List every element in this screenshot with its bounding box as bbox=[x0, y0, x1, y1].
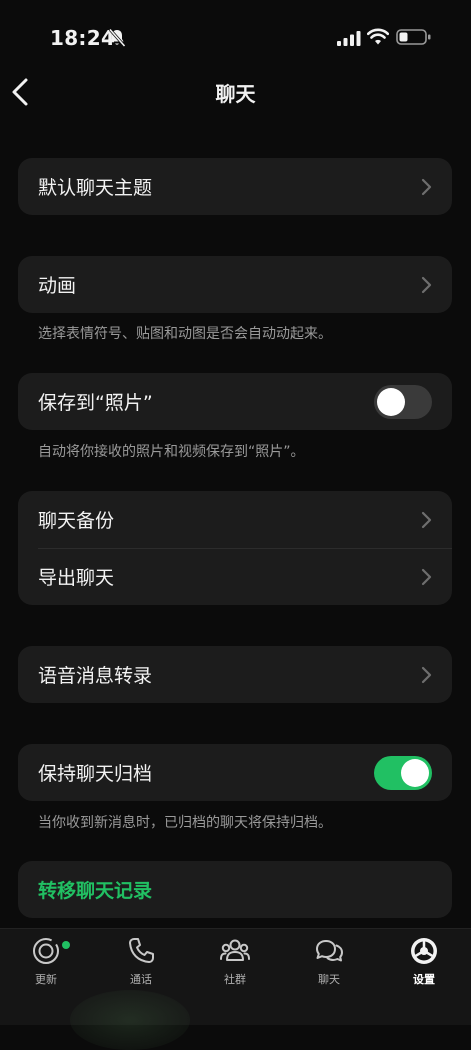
cellular-signal-icon bbox=[337, 31, 361, 46]
animation-card: 动画 bbox=[18, 256, 452, 313]
chevron-right-icon bbox=[421, 666, 432, 683]
voice-transcript-card: 语音消息转录 bbox=[18, 646, 452, 703]
row-label: 导出聊天 bbox=[38, 567, 115, 589]
tab-chats[interactable]: 聊天 bbox=[294, 935, 364, 987]
updates-icon bbox=[33, 938, 59, 964]
tab-settings[interactable]: 设置 bbox=[389, 935, 459, 987]
keep-archived-note: 当你收到新消息时，已归档的聊天将保持归档。 bbox=[38, 815, 332, 831]
row-label: 动画 bbox=[38, 275, 77, 297]
backup-card: 聊天备份 导出聊天 bbox=[18, 491, 452, 605]
tab-label: 更新 bbox=[35, 973, 57, 986]
animation-note: 选择表情符号、贴图和动图是否会自动动起来。 bbox=[38, 326, 332, 342]
battery-icon bbox=[396, 29, 431, 45]
tab-bar: 更新 通话 社群 聊天 设置 bbox=[0, 928, 471, 1025]
tab-label: 通话 bbox=[130, 973, 152, 986]
save-photos-note: 自动将你接收的照片和视频保存到“照片”。 bbox=[38, 444, 305, 460]
wifi-icon bbox=[367, 28, 389, 45]
tab-communities[interactable]: 社群 bbox=[200, 935, 270, 987]
bell-off-icon bbox=[108, 28, 126, 47]
status-bar: 18:24 bbox=[0, 0, 471, 72]
toggle-knob bbox=[401, 758, 429, 787]
row-chat-backup[interactable]: 聊天备份 bbox=[18, 491, 452, 548]
chevron-right-icon bbox=[421, 568, 432, 585]
keep-archived-card: 保持聊天归档 bbox=[18, 744, 452, 801]
chevron-right-icon bbox=[421, 178, 432, 195]
row-keep-archived: 保持聊天归档 bbox=[18, 744, 452, 801]
toggle-knob bbox=[377, 387, 405, 416]
row-animation[interactable]: 动画 bbox=[18, 256, 452, 313]
page-title: 聊天 bbox=[215, 82, 256, 106]
settings-icon bbox=[411, 938, 437, 964]
save-to-photos-toggle[interactable] bbox=[374, 384, 432, 419]
communities-icon bbox=[220, 939, 250, 961]
transfer-card: 转移聊天记录 bbox=[18, 861, 452, 918]
row-label: 聊天备份 bbox=[38, 510, 115, 532]
status-time: 18:24 bbox=[50, 26, 116, 50]
row-default-chat-theme[interactable]: 默认聊天主题 bbox=[18, 158, 452, 215]
save-photos-card: 保存到“照片” bbox=[18, 373, 452, 430]
row-label: 语音消息转录 bbox=[38, 665, 153, 687]
row-voice-transcript[interactable]: 语音消息转录 bbox=[18, 646, 452, 703]
home-indicator-glow bbox=[70, 990, 190, 1050]
updates-badge bbox=[62, 941, 70, 949]
chevron-right-icon bbox=[421, 511, 432, 528]
nav-bar: 聊天 bbox=[0, 72, 471, 116]
transfer-chats-link: 转移聊天记录 bbox=[38, 880, 153, 902]
row-label: 保持聊天归档 bbox=[38, 763, 153, 785]
row-label: 默认聊天主题 bbox=[38, 177, 153, 199]
tab-updates[interactable]: 更新 bbox=[11, 935, 81, 987]
keep-archived-toggle[interactable] bbox=[374, 755, 432, 790]
row-save-to-photos: 保存到“照片” bbox=[18, 373, 452, 430]
row-export-chat[interactable]: 导出聊天 bbox=[18, 548, 452, 605]
chats-icon bbox=[316, 940, 343, 962]
theme-card: 默认聊天主题 bbox=[18, 158, 452, 215]
row-transfer-chats[interactable]: 转移聊天记录 bbox=[18, 861, 452, 918]
tab-label: 聊天 bbox=[318, 973, 340, 986]
chevron-right-icon bbox=[421, 276, 432, 293]
tab-label: 设置 bbox=[413, 973, 435, 986]
row-label: 保存到“照片” bbox=[38, 392, 153, 414]
phone-icon bbox=[129, 938, 154, 963]
tab-label: 社群 bbox=[224, 973, 246, 986]
tab-calls[interactable]: 通话 bbox=[106, 935, 176, 987]
